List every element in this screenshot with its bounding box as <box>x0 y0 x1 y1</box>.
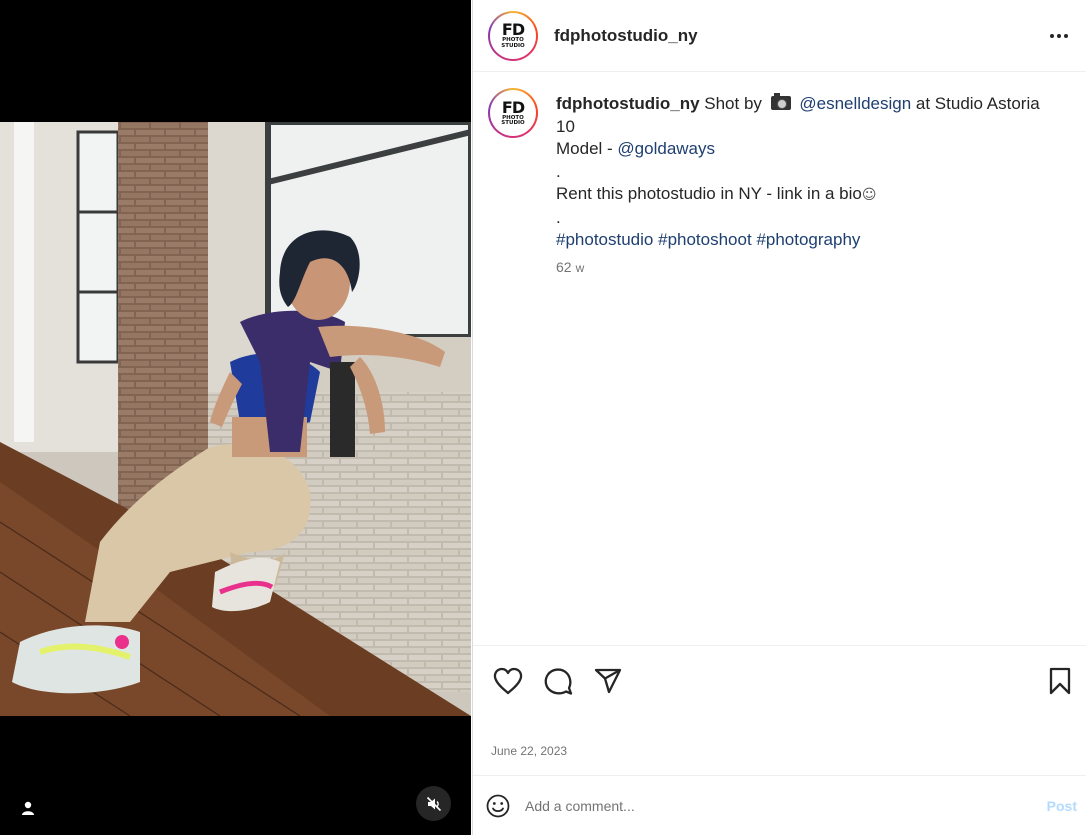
bookmark-icon <box>1049 667 1071 695</box>
avatar-logo-line1: FD <box>501 20 525 39</box>
more-options-button[interactable] <box>1045 22 1073 50</box>
avatar-logo-line3: STUDIO <box>501 120 525 126</box>
emoji-button[interactable] <box>485 793 511 819</box>
post-date: June 22, 2023 <box>491 744 568 758</box>
heart-icon <box>493 667 523 695</box>
header-username[interactable]: fdphotostudio_ny <box>554 26 698 46</box>
caption-model-label: Model - <box>556 139 613 158</box>
media-pane <box>0 0 471 835</box>
post-header: FD PHOTO STUDIO fdphotostudio_ny <box>473 0 1086 72</box>
caption-line-model: Model - @goldaways <box>556 138 1056 161</box>
avatar-logo-line1: FD <box>501 97 525 117</box>
caption-text: fdphotostudio_ny Shot by @esnelldesign a… <box>556 93 1056 252</box>
share-icon <box>594 668 622 694</box>
tagged-users-button[interactable] <box>14 794 42 822</box>
avatar-logo-line3: STUDIO <box>501 42 525 49</box>
caption-hashtags: #photostudio #photoshoot #photography <box>556 229 1056 252</box>
comment-bar: Post <box>473 775 1086 835</box>
more-horizontal-icon-dot <box>1057 34 1061 38</box>
hashtag-link[interactable]: #photostudio <box>556 230 653 249</box>
post-photo-illustration <box>0 122 471 716</box>
comment-input[interactable] <box>525 790 1047 821</box>
comment-icon <box>544 668 573 695</box>
profile-avatar[interactable]: FD PHOTO STUDIO <box>488 10 538 61</box>
more-horizontal-icon-dot <box>1064 34 1068 38</box>
avatar-logo: FD PHOTO STUDIO <box>490 12 536 59</box>
post-details-pane: FD PHOTO STUDIO fdphotostudio_ny FD PHOT… <box>472 0 1086 835</box>
hashtag-link[interactable]: #photoshoot <box>658 230 752 249</box>
caption-time-ago[interactable]: 62 w <box>556 259 584 275</box>
caption-username[interactable]: fdphotostudio_ny <box>556 94 700 113</box>
caption-rent-text: Rent this photostudio in NY - link in a … <box>556 184 862 203</box>
user-icon <box>22 801 34 815</box>
caption-avatar[interactable]: FD PHOTO STUDIO <box>488 88 538 138</box>
caption-line-1: fdphotostudio_ny Shot by @esnelldesign a… <box>556 93 1056 138</box>
speaker-muted-icon <box>426 796 441 811</box>
caption-shot-by: Shot by <box>704 94 762 113</box>
avatar-logo: FD PHOTO STUDIO <box>490 90 536 136</box>
caption-dot: . <box>556 161 561 181</box>
share-button[interactable] <box>591 664 625 698</box>
more-horizontal-icon <box>1050 34 1054 38</box>
camera-icon <box>770 93 791 110</box>
comment-button[interactable] <box>541 664 575 698</box>
mute-button[interactable] <box>416 786 451 821</box>
photographer-mention[interactable]: @esnelldesign <box>799 94 911 113</box>
post-comment-button[interactable]: Post <box>1047 798 1077 814</box>
time-ago-value: 62 <box>556 259 572 275</box>
smile-emoji: ☺ <box>861 187 877 203</box>
caption-section: FD PHOTO STUDIO fdphotostudio_ny Shot by… <box>473 72 1086 645</box>
model-mention[interactable]: @goldaways <box>617 139 715 158</box>
like-button[interactable] <box>491 664 525 698</box>
save-button[interactable] <box>1043 664 1077 698</box>
post-photo[interactable] <box>0 122 471 716</box>
caption-dot: . <box>556 207 561 227</box>
caption-line-rent: Rent this photostudio in NY - link in a … <box>556 183 1056 207</box>
emoji-icon <box>486 794 510 817</box>
time-ago-unit: w <box>575 261 585 275</box>
hashtag-link[interactable]: #photography <box>756 230 860 249</box>
